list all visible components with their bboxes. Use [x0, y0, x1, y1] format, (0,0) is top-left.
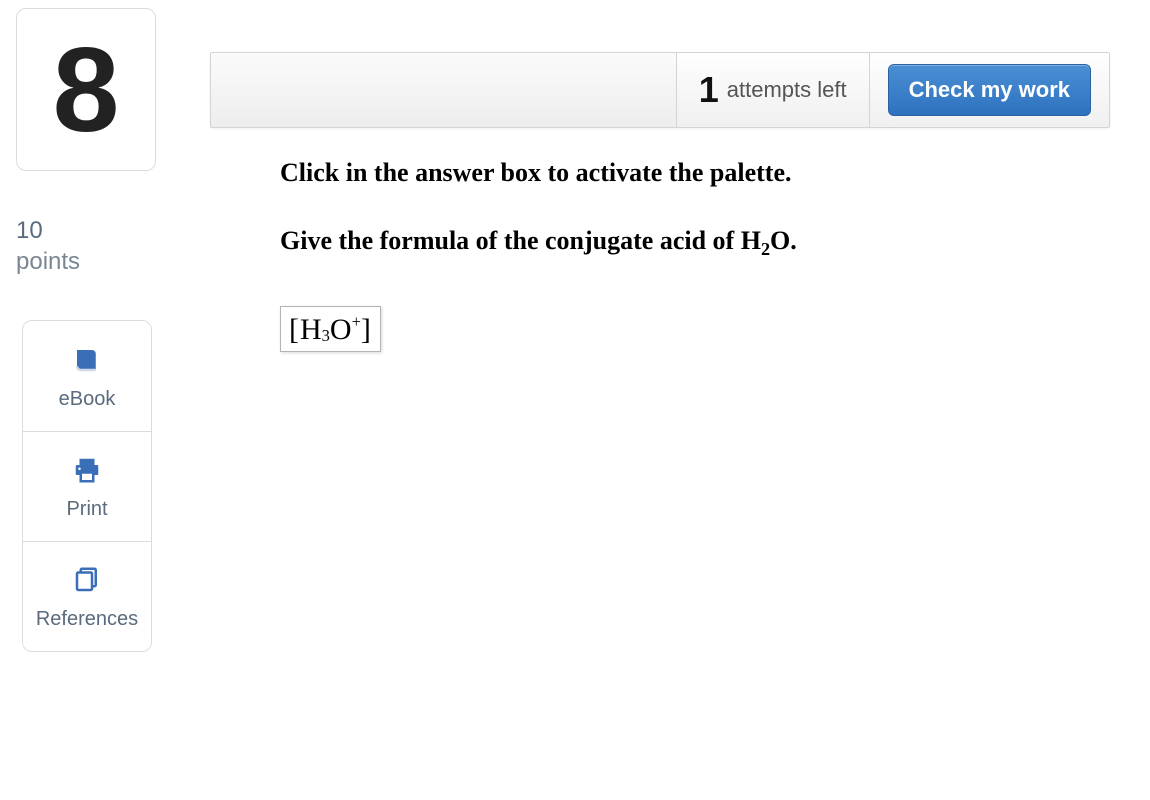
- attempts-label: attempts left: [727, 77, 847, 103]
- print-button[interactable]: Print: [23, 431, 151, 541]
- book-icon: [69, 342, 105, 378]
- printer-icon: [69, 452, 105, 488]
- question-page: 8 10 points eBook: [0, 0, 1150, 800]
- question-prompt: Give the formula of the conjugate acid o…: [280, 226, 1110, 260]
- points-value: 10: [16, 215, 156, 246]
- prompt-pre: Give the formula of the conjugate acid o…: [280, 226, 761, 255]
- pages-icon: [69, 562, 105, 598]
- prompt-sub: 2: [761, 239, 770, 259]
- attempts-count: 1: [699, 69, 719, 111]
- question-number-card: 8: [16, 8, 156, 171]
- points-label: points: [16, 246, 156, 277]
- tool-stack: eBook Print References: [22, 320, 152, 652]
- answer-base1: H: [300, 315, 322, 345]
- ebook-button[interactable]: eBook: [23, 321, 151, 431]
- points-block: 10 points: [16, 215, 156, 277]
- top-bar: 1 attempts left Check my work: [210, 52, 1110, 128]
- ebook-label: eBook: [59, 388, 116, 411]
- answer-sub: 3: [322, 328, 330, 345]
- print-label: Print: [66, 498, 107, 521]
- answer-open: [: [289, 315, 300, 345]
- answer-sup: +: [352, 314, 361, 331]
- check-cell: Check my work: [869, 53, 1109, 127]
- references-button[interactable]: References: [23, 541, 151, 651]
- answer-close: ]: [361, 315, 372, 345]
- references-label: References: [36, 608, 138, 631]
- prompt-post: O.: [770, 226, 797, 255]
- answer-base2: O: [330, 315, 352, 345]
- attempts-box: 1 attempts left: [676, 53, 869, 127]
- question-number: 8: [53, 30, 120, 150]
- question-content: Click in the answer box to activate the …: [280, 158, 1110, 352]
- answer-input[interactable]: [H3O+]: [280, 306, 381, 352]
- instruction-text: Click in the answer box to activate the …: [280, 158, 1110, 188]
- check-my-work-button[interactable]: Check my work: [888, 64, 1091, 116]
